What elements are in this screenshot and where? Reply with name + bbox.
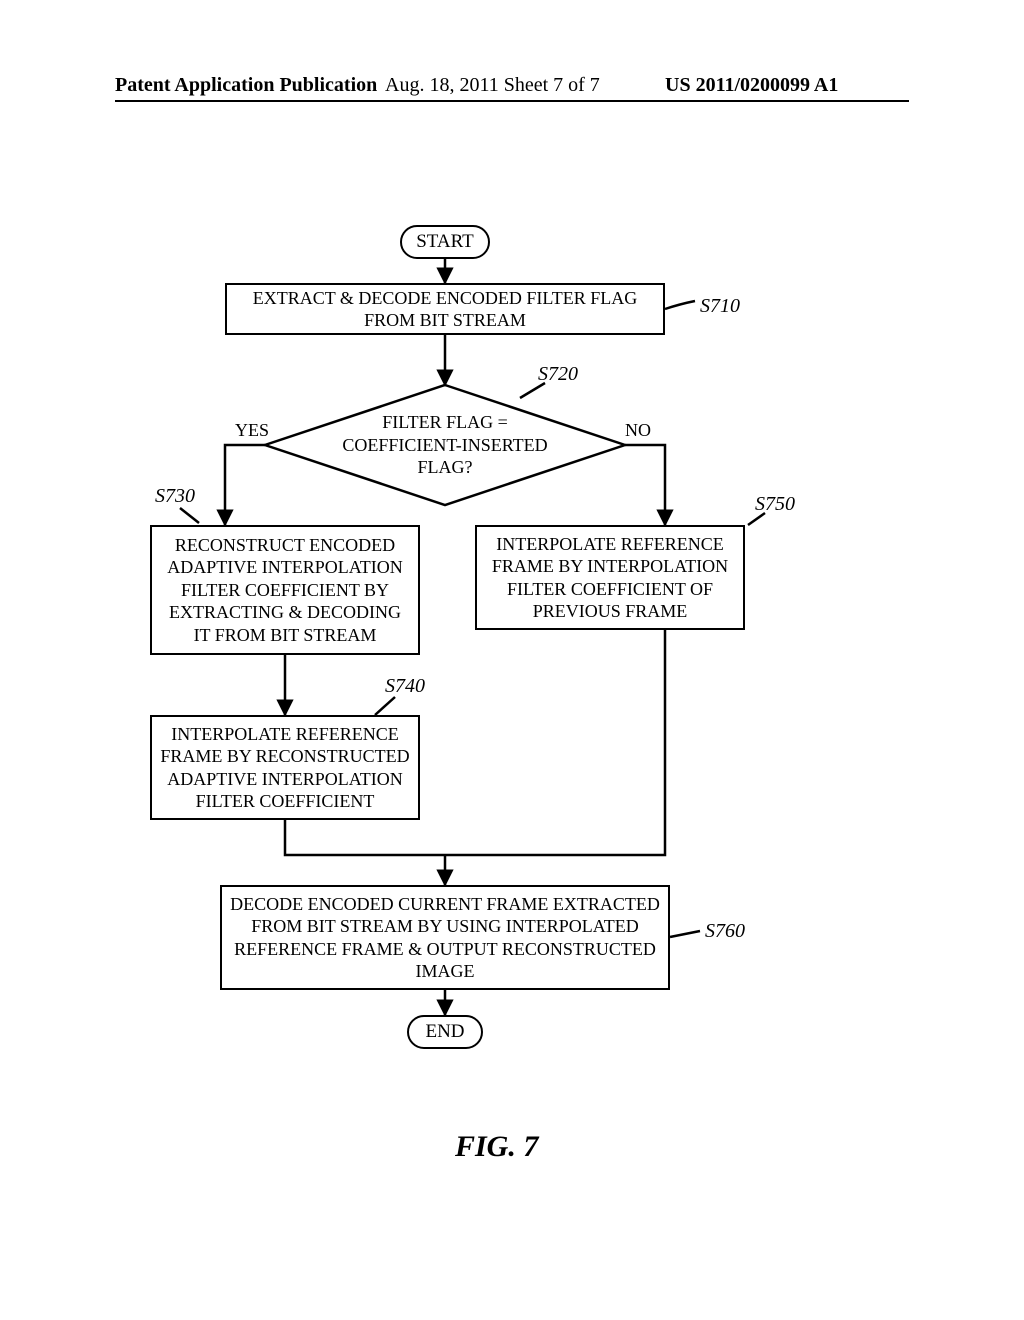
page: Patent Application Publication Aug. 18, … bbox=[0, 0, 1024, 1320]
header-center: Aug. 18, 2011 Sheet 7 of 7 bbox=[385, 74, 600, 97]
flow-connectors bbox=[115, 225, 909, 1165]
header-rule bbox=[115, 100, 909, 102]
flowchart: START EXTRACT & DECODE ENCODED FILTER FL… bbox=[115, 225, 909, 1165]
figure-label: FIG. 7 bbox=[455, 1130, 538, 1164]
header-left: Patent Application Publication bbox=[115, 74, 377, 97]
header-right: US 2011/0200099 A1 bbox=[665, 74, 838, 97]
